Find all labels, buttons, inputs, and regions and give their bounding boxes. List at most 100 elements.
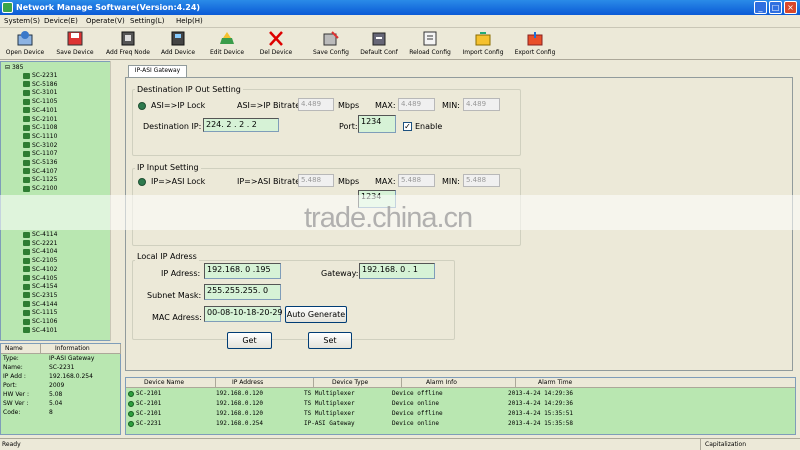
tree-item[interactable]: SC-4105 [23, 275, 57, 283]
add-device-button[interactable]: Add Device [158, 30, 198, 58]
tree-item[interactable]: SC-4101 [23, 107, 57, 115]
tree-item[interactable]: SC-1110 [23, 133, 57, 141]
tree-item[interactable]: SC-4114 [23, 231, 57, 239]
tree-item[interactable]: SC-1125 [23, 176, 57, 184]
tree-item[interactable]: SC-3102 [23, 142, 57, 150]
asi-ip-min-field: 4.489 [463, 98, 500, 111]
alarm-cell: 192.168.0.120 [216, 390, 263, 397]
menu-device[interactable]: Device(E) [44, 16, 78, 27]
destination-ip-input[interactable]: 224. 2 . 2 . 2 [203, 118, 279, 132]
info-key: Port: [3, 382, 17, 389]
status-text: Ready [2, 441, 21, 448]
alarm-header-device-name[interactable]: Device Name [126, 378, 216, 388]
device-icon [23, 159, 30, 166]
local-ip-input[interactable]: 192.168. 0 .195 [204, 263, 281, 279]
menu-operate[interactable]: Operate(V) [86, 16, 125, 27]
info-header-name[interactable]: Name [1, 344, 41, 354]
alarm-cell: Device online [392, 420, 439, 427]
default-config-button[interactable]: Default Conf [357, 30, 401, 58]
minimize-button[interactable]: _ [754, 1, 767, 14]
device-icon [23, 231, 30, 238]
alarm-cell: SC-2101 [136, 400, 162, 407]
tree-item[interactable]: SC-4101 [23, 327, 57, 335]
auto-generate-button[interactable]: Auto Generate [285, 306, 347, 323]
alarm-header-alarm-info[interactable]: Alarm Info [402, 378, 516, 388]
tree-item[interactable]: SC-3101 [23, 89, 57, 97]
tree-item[interactable]: SC-2100 [23, 185, 57, 193]
tree-item-label: SC-4102 [32, 265, 58, 273]
subnet-mask-input[interactable]: 255.255.255. 0 [204, 284, 281, 300]
tree-item[interactable]: SC-4154 [23, 283, 57, 291]
tree-item[interactable]: SC-2105 [23, 257, 57, 265]
alarm-row[interactable]: SC-2101 192.168.0.120 TS Multiplexer Device… [126, 389, 795, 399]
info-header-information[interactable]: Information [41, 344, 121, 354]
tree-item[interactable]: SC-2315 [23, 292, 57, 300]
tree-item-label: SC-2231 [32, 72, 58, 79]
tree-item[interactable]: SC-1115 [23, 309, 57, 317]
set-button[interactable]: Set [308, 332, 352, 349]
tab-ip-asi-gateway[interactable]: IP-ASI Gateway [128, 65, 187, 77]
tree-item[interactable]: SC-4107 [23, 168, 57, 176]
tree-item-label: SC-4101 [32, 106, 58, 114]
open-device-button[interactable]: Open Device [4, 30, 46, 58]
alarm-cell: SC-2101 [136, 410, 162, 417]
tree-item[interactable]: SC-1105 [23, 98, 57, 106]
device-icon [23, 168, 30, 175]
delete-device-button[interactable]: Del Device [257, 30, 295, 58]
get-button[interactable]: Get [227, 332, 272, 349]
destination-port-input[interactable]: 1234 [358, 115, 396, 133]
alarm-list: Device Name IP Address Device Type Alarm… [125, 377, 796, 435]
device-icon [23, 81, 30, 88]
alarm-header-device-type[interactable]: Device Type [314, 378, 402, 388]
tree-item[interactable]: SC-1108 [23, 124, 57, 132]
reload-config-button[interactable]: Reload Config [406, 30, 454, 58]
tree-item[interactable]: SC-1107 [23, 150, 57, 158]
tree-item[interactable]: SC-4144 [23, 301, 57, 309]
save-config-button[interactable]: Save Config [310, 30, 352, 58]
toolbar-label: Add Freq Node [106, 49, 150, 56]
alarm-row[interactable]: SC-2101 192.168.0.120 TS Multiplexer Device… [126, 399, 795, 409]
tree-item[interactable]: SC-5136 [23, 159, 57, 167]
alarm-row[interactable]: SC-2101 192.168.0.120 TS Multiplexer Device… [126, 409, 795, 419]
device-icon [23, 301, 30, 308]
toolbar-label: Del Device [259, 49, 293, 56]
device-icon [23, 275, 30, 281]
tree-item[interactable]: SC-4102 [23, 266, 57, 274]
open-device-icon [16, 30, 34, 47]
edit-device-button[interactable]: Edit Device [206, 30, 248, 58]
alarm-header-alarm-time[interactable]: Alarm Time [516, 378, 795, 388]
info-key: SW Ver : [3, 400, 29, 407]
alarm-header-ip-address[interactable]: IP Address [216, 378, 314, 388]
tree-root[interactable]: ⊟ 385 [5, 64, 23, 72]
save-device-button[interactable]: Save Device [54, 30, 96, 58]
add-freq-node-button[interactable]: Add Freq Node [104, 30, 152, 58]
tree-item[interactable]: SC-5186 [23, 81, 57, 89]
menu-system[interactable]: System(S) [4, 16, 40, 27]
mbps-label: Mbps [338, 177, 360, 186]
export-config-button[interactable]: Export Config [510, 30, 560, 58]
app-icon [2, 2, 13, 13]
device-icon [23, 72, 30, 79]
alarm-cell: 192.168.0.120 [216, 400, 263, 407]
device-icon [23, 283, 30, 290]
maximize-button[interactable]: □ [769, 1, 782, 14]
alarm-cell: TS Multiplexer [304, 390, 355, 397]
mac-address-input[interactable]: 00-08-10-18-20-29 [204, 306, 283, 322]
tree-item[interactable]: SC-1106 [23, 318, 57, 326]
tree-item[interactable]: SC-2221 [23, 240, 57, 248]
tree-item[interactable]: SC-4104 [23, 248, 57, 256]
import-config-button[interactable]: Import Config [458, 30, 508, 58]
device-icon [23, 142, 30, 149]
reload-config-icon [421, 30, 439, 47]
destination-group-title: Destination IP Out Setting [135, 85, 243, 94]
enable-checkbox[interactable]: ✓ [403, 122, 412, 131]
tree-item[interactable]: SC-2231 [23, 72, 57, 80]
menu-help[interactable]: Help(H) [176, 16, 203, 27]
tree-item[interactable]: SC-2101 [23, 116, 57, 124]
gateway-input[interactable]: 192.168. 0 . 1 [359, 263, 435, 279]
info-key: Type: [3, 355, 19, 362]
close-button[interactable]: × [784, 1, 797, 14]
menu-setting[interactable]: Setting(L) [130, 16, 164, 27]
tree-item-label: SC-4105 [32, 274, 58, 282]
alarm-row[interactable]: SC-2231 192.168.0.254 IP-ASI Gateway Device… [126, 419, 795, 429]
